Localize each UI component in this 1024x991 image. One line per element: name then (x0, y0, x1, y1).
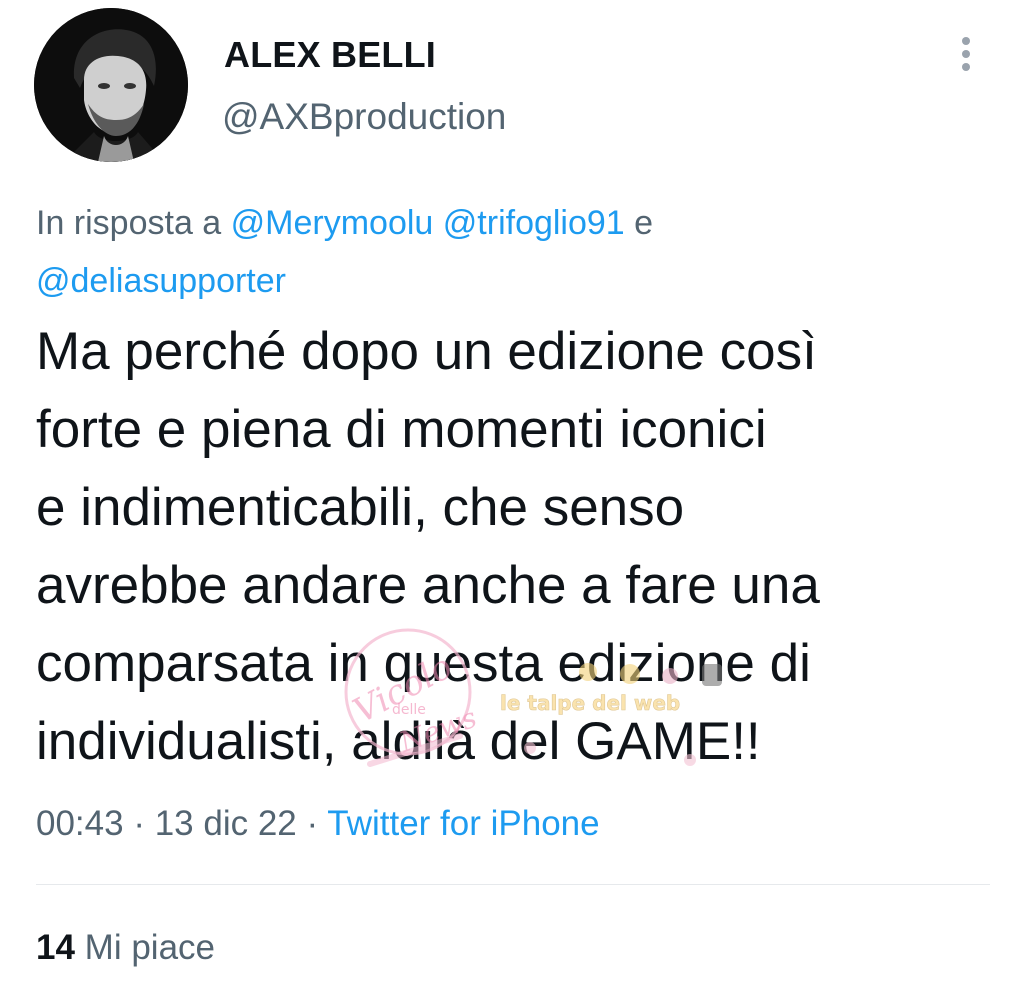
meta-separator: · (296, 804, 328, 843)
tweet-date[interactable]: 13 dic 22 (155, 804, 297, 843)
tweet-source-link[interactable]: Twitter for iPhone (327, 804, 599, 843)
tweet-text-line: forte e piena di momenti iconici (36, 400, 767, 459)
likes-stat[interactable]: 14 Mi piace (36, 928, 215, 968)
tweet-meta: 00:43 · 13 dic 22 · Twitter for iPhone (36, 804, 600, 844)
mention-link[interactable]: @Merymoolu (231, 204, 434, 242)
vertical-ellipsis-icon[interactable] (954, 34, 978, 74)
avatar[interactable] (34, 8, 188, 162)
tweet-text-line: comparsata in questa edizione di (36, 634, 811, 693)
likes-count: 14 (36, 928, 75, 967)
author-display-name[interactable]: ALEX BELLI (224, 34, 436, 76)
tweet-text: Ma perché dopo un edizione così forte e … (36, 313, 996, 781)
divider (36, 884, 990, 885)
mention-link[interactable]: @deliasupporter (36, 262, 286, 300)
reply-context-conjunction: e (624, 204, 654, 242)
tweet-text-line: Ma perché dopo un edizione così (36, 322, 817, 381)
likes-label: Mi piace (84, 928, 215, 967)
reply-context-prefix: In risposta a (36, 204, 231, 242)
tweet-time[interactable]: 00:43 (36, 804, 124, 843)
tweet-text-line: avrebbe andare anche a fare una (36, 556, 820, 615)
reply-context: In risposta a @Merymoolu @trifoglio91 e … (36, 194, 936, 310)
meta-separator: · (123, 804, 155, 843)
tweet-text-line: e indimenticabili, che senso (36, 478, 685, 537)
tweet-text-line: individualisti, aldilà del GAME!! (36, 712, 761, 771)
mention-link[interactable]: @trifoglio91 (443, 204, 625, 242)
profile-photo-icon (34, 8, 188, 162)
author-username[interactable]: @AXBproduction (222, 96, 506, 138)
